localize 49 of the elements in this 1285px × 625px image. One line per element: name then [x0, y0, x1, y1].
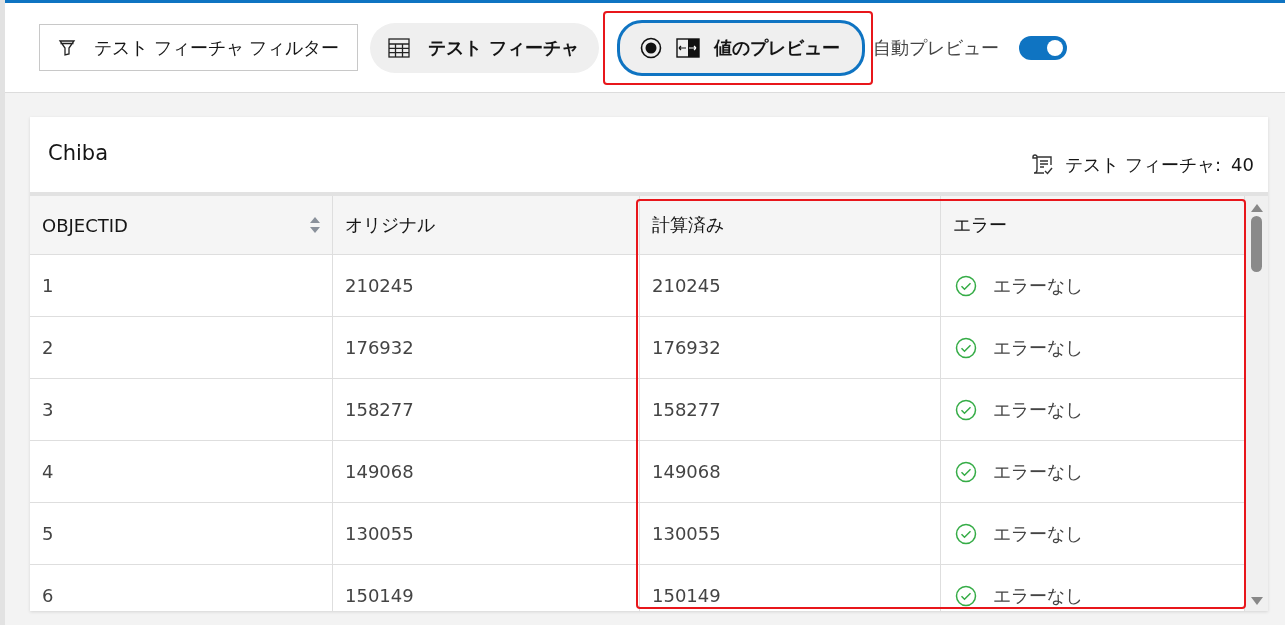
scroll-up-arrow-icon[interactable] [1250, 204, 1263, 212]
table-cell: 158277 [345, 399, 414, 420]
column-header[interactable]: OBJECTID [30, 196, 333, 254]
column-header[interactable]: エラー [941, 196, 1245, 254]
table-cell: エラーなし [993, 521, 1083, 546]
table-cell: 130055 [345, 523, 414, 544]
table-cell: 158277 [652, 399, 721, 420]
table-cell: 150149 [652, 585, 721, 606]
column-header[interactable]: 計算済み [640, 196, 941, 254]
test-features-button[interactable]: テスト フィーチャ [370, 22, 599, 73]
column-header[interactable]: オリジナル [333, 196, 640, 254]
table-cell: 210245 [345, 275, 414, 296]
panel-title: Chiba [48, 141, 108, 167]
table-cell: 176932 [652, 337, 721, 358]
scrollbar-thumb[interactable] [1251, 216, 1262, 272]
column-header-label: エラー [953, 213, 1007, 237]
table-cell: エラーなし [993, 397, 1083, 422]
table-cell: 4 [42, 461, 54, 482]
feature-count-label: テスト フィーチャ: [1065, 152, 1222, 177]
table-cell: 2 [42, 337, 54, 358]
feature-count: 40 [1231, 154, 1254, 175]
table-cell: 1 [42, 275, 54, 296]
table-cell: 150149 [345, 585, 414, 606]
auto-preview-label: 自動プレビュー [872, 35, 999, 60]
sort-icon[interactable] [310, 216, 320, 234]
filter-icon [58, 38, 76, 57]
auto-preview-toggle[interactable] [1018, 35, 1067, 60]
radio-icon [639, 36, 662, 59]
table-cell: エラーなし [993, 273, 1083, 298]
table-cell: 130055 [652, 523, 721, 544]
table-cell: エラーなし [993, 335, 1083, 360]
table-cell: 149068 [345, 461, 414, 482]
table-cell: 176932 [345, 337, 414, 358]
table-cell: 3 [42, 399, 54, 420]
table-icon [388, 37, 411, 58]
table-cell: 149068 [652, 461, 721, 482]
table-cell: 6 [42, 585, 54, 606]
column-header-label: オリジナル [345, 213, 435, 237]
scroll-down-arrow-icon[interactable] [1250, 597, 1263, 605]
table-cell: エラーなし [993, 459, 1083, 484]
column-header-label: OBJECTID [42, 214, 128, 236]
column-header-label: 計算済み [652, 213, 724, 237]
filter-button[interactable]: テスト フィーチャ フィルター [39, 24, 359, 71]
scrollbar[interactable] [1245, 196, 1268, 611]
compare-icon [675, 36, 700, 59]
preview-values-button[interactable]: 値のプレビュー [616, 19, 865, 76]
table-cell: 210245 [652, 275, 721, 296]
table-cell: 5 [42, 523, 54, 544]
table-cell: エラーなし [993, 583, 1083, 608]
